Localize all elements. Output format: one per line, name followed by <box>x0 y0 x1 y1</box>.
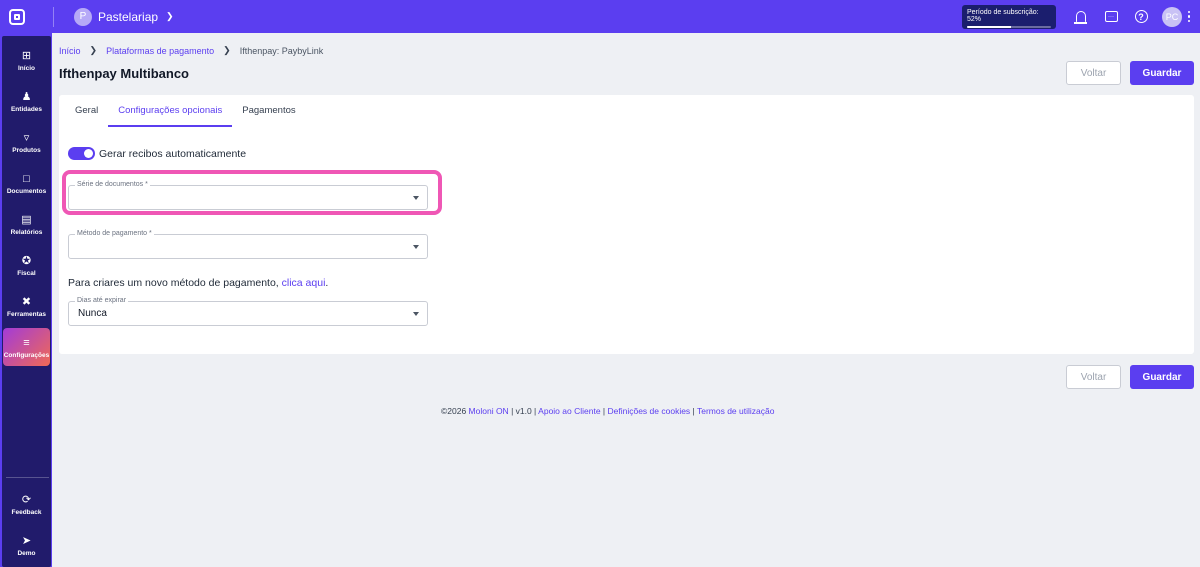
chat-icon: ··· <box>1104 11 1118 22</box>
sidebar-item-label: Início <box>18 64 35 72</box>
tab-payments[interactable]: Pagamentos <box>232 95 305 127</box>
sidebar-item-label: Documentos <box>6 187 47 195</box>
footer-sep: | <box>600 406 608 416</box>
document-icon: □ <box>23 172 30 185</box>
company-selector[interactable]: P Pastelariap ❯ <box>74 7 174 26</box>
document-series-select[interactable]: Série de documentos * <box>68 180 428 210</box>
messages-button[interactable]: ··· <box>1096 0 1126 33</box>
company-name: Pastelariap <box>98 9 159 24</box>
days-to-expire-label: Dias até expirar <box>75 296 129 306</box>
sidebar-item-demo[interactable]: ➤ Demo <box>3 526 50 564</box>
back-button-bottom[interactable]: Voltar <box>1066 365 1121 389</box>
subscription-period-label: Período de subscrição: 52% <box>967 8 1039 23</box>
chart-icon: ▤ <box>21 213 32 226</box>
payment-method-label: Método de pagamento * <box>75 229 154 239</box>
footer: ©2026 Moloni ON | v1.0 | Apoio ao Client… <box>441 406 774 416</box>
feedback-icon: ⟳ <box>21 493 32 506</box>
company-avatar: P <box>74 7 92 26</box>
create-method-link[interactable]: clica aqui <box>282 277 326 289</box>
footer-version: | v1.0 | <box>508 406 539 416</box>
toggle-knob <box>84 149 93 158</box>
save-button-bottom[interactable]: Guardar <box>1130 365 1194 389</box>
breadcrumb-current: Ifthenpay: PaybyLink <box>239 45 324 56</box>
footer-terms-link[interactable]: Termos de utilização <box>697 406 774 416</box>
tab-geral[interactable]: Geral <box>65 95 108 127</box>
footer-cookies-link[interactable]: Definições de cookies <box>608 406 691 416</box>
caret-down-icon <box>413 245 419 249</box>
sidebar-item-label: Relatórios <box>10 228 43 236</box>
subscription-period-badge[interactable]: Período de subscrição: 52% <box>962 4 1056 29</box>
sidebar-item-configuracoes[interactable]: ≡ Configurações <box>3 328 50 366</box>
sidebar-item-fiscal[interactable]: ✪ Fiscal <box>3 246 50 284</box>
sidebar-item-entidades[interactable]: ♟ Entidades <box>3 82 50 120</box>
sidebar-item-feedback[interactable]: ⟳ Feedback <box>3 485 50 523</box>
footer-support-link[interactable]: Apoio ao Cliente <box>538 406 600 416</box>
subscription-progress-bar <box>967 25 1051 28</box>
sidebar-nav: ⊞ Início ♟ Entidades ▿ Produtos □ Docume… <box>2 36 51 567</box>
save-button[interactable]: Guardar <box>1130 61 1194 85</box>
help-icon: ? <box>1134 10 1148 23</box>
sidebar-item-produtos[interactable]: ▿ Produtos <box>3 123 50 161</box>
chevron-right-icon: ❯ <box>89 45 98 55</box>
create-method-end: . <box>325 277 329 289</box>
days-to-expire-select[interactable]: Dias até expirar Nunca <box>68 296 428 326</box>
sidebar-item-label: Produtos <box>12 146 41 154</box>
user-avatar[interactable]: PC <box>1162 6 1182 27</box>
footer-brand-link[interactable]: Moloni ON <box>469 406 509 416</box>
user-icon: ♟ <box>21 90 32 103</box>
more-options-icon[interactable] <box>1182 0 1196 33</box>
footer-copyright: ©2026 <box>441 406 469 416</box>
sidebar-item-label: Ferramentas <box>6 310 47 318</box>
days-to-expire-value: Nunca <box>78 308 107 319</box>
create-payment-method-text: Para criares um novo método de pagamento… <box>68 277 328 289</box>
breadcrumb-home[interactable]: Início <box>59 46 81 56</box>
sidebar-item-label: Configurações <box>3 351 50 359</box>
breadcrumb-payment-platforms[interactable]: Plataformas de pagamento <box>106 46 214 56</box>
chevron-down-icon: ❯ <box>166 11 174 21</box>
document-series-label: Série de documentos * <box>75 180 150 190</box>
subscription-progress-fill <box>967 25 1011 28</box>
rocket-icon: ➤ <box>21 534 32 547</box>
tab-bar: Geral Configurações opcionais Pagamentos <box>65 95 306 127</box>
tools-icon: ✖ <box>21 295 32 308</box>
logo-icon <box>8 8 25 25</box>
sidebar-item-label: Demo <box>17 549 36 557</box>
sidebar-item-label: Entidades <box>10 105 43 113</box>
topbar-divider <box>53 6 54 27</box>
sliders-icon: ≡ <box>23 336 30 349</box>
back-button[interactable]: Voltar <box>1066 61 1121 85</box>
app-logo[interactable] <box>0 0 33 33</box>
page-title: Ifthenpay Multibanco <box>59 66 189 81</box>
auto-receipts-row: Gerar recibos automaticamente <box>68 147 246 160</box>
sidebar-item-documentos[interactable]: □ Documentos <box>3 164 50 202</box>
breadcrumb: Início ❯ Plataformas de pagamento ❯ Ifth… <box>59 45 323 56</box>
auto-receipts-toggle[interactable] <box>68 147 95 160</box>
sidebar-item-inicio[interactable]: ⊞ Início <box>3 41 50 79</box>
auto-receipts-label: Gerar recibos automaticamente <box>99 147 247 160</box>
top-bar: P Pastelariap ❯ Período de subscrição: 5… <box>0 0 1200 33</box>
sidebar-item-relatorios[interactable]: ▤ Relatórios <box>3 205 50 243</box>
caret-down-icon <box>413 312 419 316</box>
notifications-button[interactable] <box>1066 0 1096 33</box>
create-method-text: Para criares um novo método de pagamento… <box>68 277 282 289</box>
tab-optional-settings[interactable]: Configurações opcionais <box>108 95 233 127</box>
sidebar-item-label: Fiscal <box>17 269 36 277</box>
payment-method-select[interactable]: Método de pagamento * <box>68 229 428 259</box>
sidebar-divider <box>6 477 49 478</box>
settings-card: Geral Configurações opcionais Pagamentos… <box>59 95 1194 354</box>
chevron-right-icon: ❯ <box>223 45 231 55</box>
sidebar-item-label: Feedback <box>11 508 42 516</box>
sidebar-item-ferramentas[interactable]: ✖ Ferramentas <box>3 287 50 325</box>
caret-down-icon <box>413 196 419 200</box>
bell-icon <box>1074 11 1087 24</box>
home-icon: ⊞ <box>21 49 32 62</box>
help-button[interactable]: ? <box>1126 0 1156 33</box>
sidebar: ⊞ Início ♟ Entidades ▿ Produtos □ Docume… <box>0 33 52 567</box>
network-icon: ✪ <box>21 254 32 267</box>
basket-icon: ▿ <box>23 131 30 144</box>
footer-sep: | <box>690 406 697 416</box>
